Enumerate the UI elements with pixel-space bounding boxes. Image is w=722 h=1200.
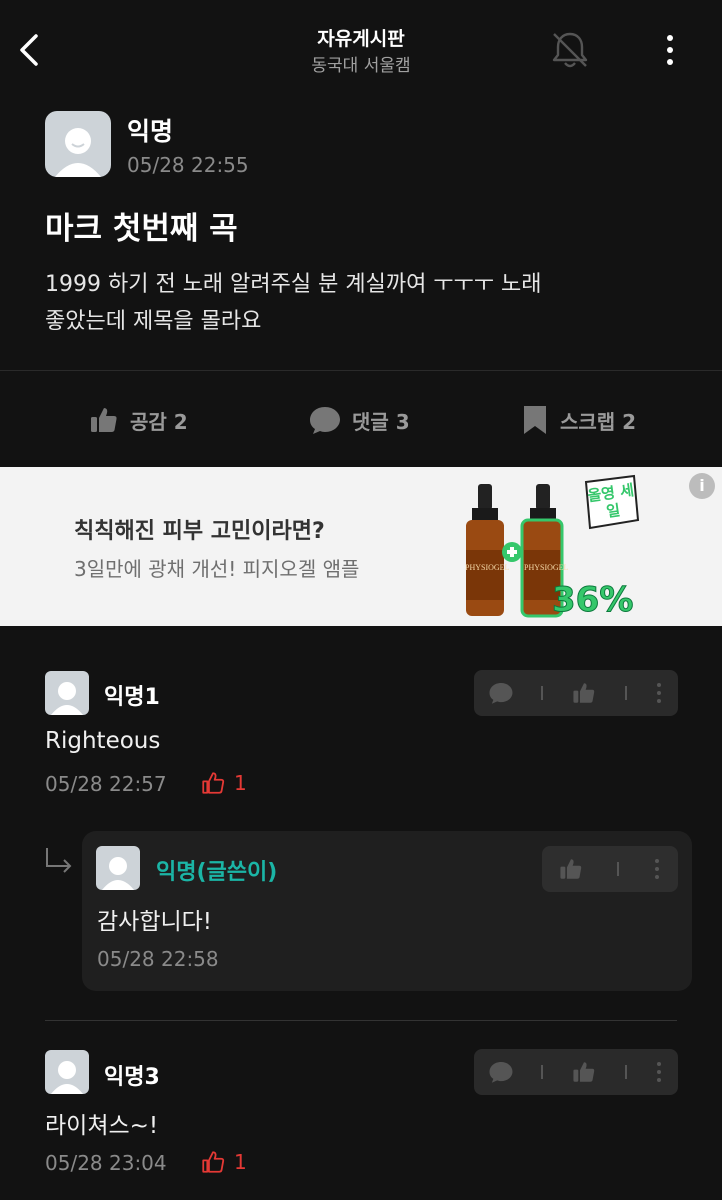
comment-label: 댓글 3 [352, 409, 410, 434]
separator [541, 686, 544, 700]
separator [624, 686, 627, 700]
bottle-label-1: PHYSIOGEL [465, 563, 510, 572]
comment-time: 05/28 23:04 [45, 1151, 167, 1175]
like-comment-icon[interactable] [558, 856, 584, 882]
default-avatar-icon [51, 1061, 83, 1094]
bottle-label-2: PHYSIOGEL [524, 563, 569, 572]
comment-divider [45, 1020, 677, 1021]
comment-text: 라이쳐스~! [45, 1113, 159, 1139]
reply-arrow-icon [46, 848, 72, 873]
comment-time: 05/28 22:57 [45, 772, 167, 796]
separator [624, 1065, 627, 1079]
like-comment-icon[interactable] [571, 1059, 597, 1085]
more-options-icon[interactable] [654, 1060, 664, 1084]
bookmark-icon [524, 406, 546, 434]
default-avatar-icon [51, 682, 83, 715]
more-options-icon[interactable] [660, 32, 680, 68]
thumbs-up-outline-icon [202, 772, 225, 794]
comment-actions [474, 1049, 678, 1095]
reply-comment-icon[interactable] [488, 680, 514, 706]
comment-author: 익명1 [104, 685, 160, 710]
author-avatar [45, 111, 111, 177]
reply-author: 익명(글쓴이) [156, 860, 278, 885]
sale-badge-text: 올영 세일 [586, 480, 636, 521]
default-avatar-icon [102, 857, 134, 890]
more-options-icon[interactable] [652, 857, 662, 881]
reply-avatar [96, 846, 140, 890]
board-subtitle: 동국대 서울캠 [311, 56, 411, 76]
like-label: 공감 2 [130, 409, 188, 434]
comment-author: 익명3 [104, 1065, 160, 1090]
post-title: 마크 첫번째 곡 [45, 211, 238, 247]
scrap-button[interactable]: 스크랩 2 [520, 398, 636, 442]
ad-info-icon[interactable]: i [689, 473, 715, 499]
default-avatar-icon [55, 128, 101, 177]
reply-comment-icon[interactable] [488, 1059, 514, 1085]
comment-button[interactable]: 댓글 3 [308, 398, 410, 442]
discount-text: 36% [551, 580, 634, 621]
post-time: 05/28 22:55 [127, 153, 249, 177]
reply-time: 05/28 22:58 [97, 947, 219, 971]
ad-title: 칙칙해진 피부 고민이라면? [74, 519, 325, 544]
scrap-label: 스크랩 2 [560, 409, 637, 434]
comment-like-count: 1 [200, 1149, 247, 1175]
comment-actions [474, 670, 678, 716]
thumbs-up-outline-icon [202, 1151, 225, 1173]
reply-actions [542, 846, 678, 892]
divider [0, 370, 722, 371]
comment-like-count: 1 [200, 770, 247, 796]
notification-off-icon[interactable] [548, 28, 592, 72]
ad-subtitle: 3일만에 광채 개선! 피지오겔 앰플 [74, 557, 360, 581]
separator [616, 862, 619, 876]
comment-avatar [45, 1050, 89, 1094]
more-options-icon[interactable] [654, 681, 664, 705]
comment-text: Righteous [45, 728, 161, 754]
separator [541, 1065, 544, 1079]
post-body: 1999 하기 전 노래 알려주실 분 계실까여 ㅜㅜㅜ 노래 좋았는데 제목을… [45, 272, 542, 334]
like-comment-icon[interactable] [571, 680, 597, 706]
speech-bubble-icon [310, 407, 340, 434]
comment-avatar [45, 671, 89, 715]
reply-text: 감사합니다! [97, 909, 213, 935]
post-author: 익명 [127, 117, 174, 146]
like-button[interactable]: 공감 2 [88, 398, 188, 442]
thumbs-up-icon [91, 408, 117, 432]
board-title: 자유게시판 [317, 28, 405, 50]
